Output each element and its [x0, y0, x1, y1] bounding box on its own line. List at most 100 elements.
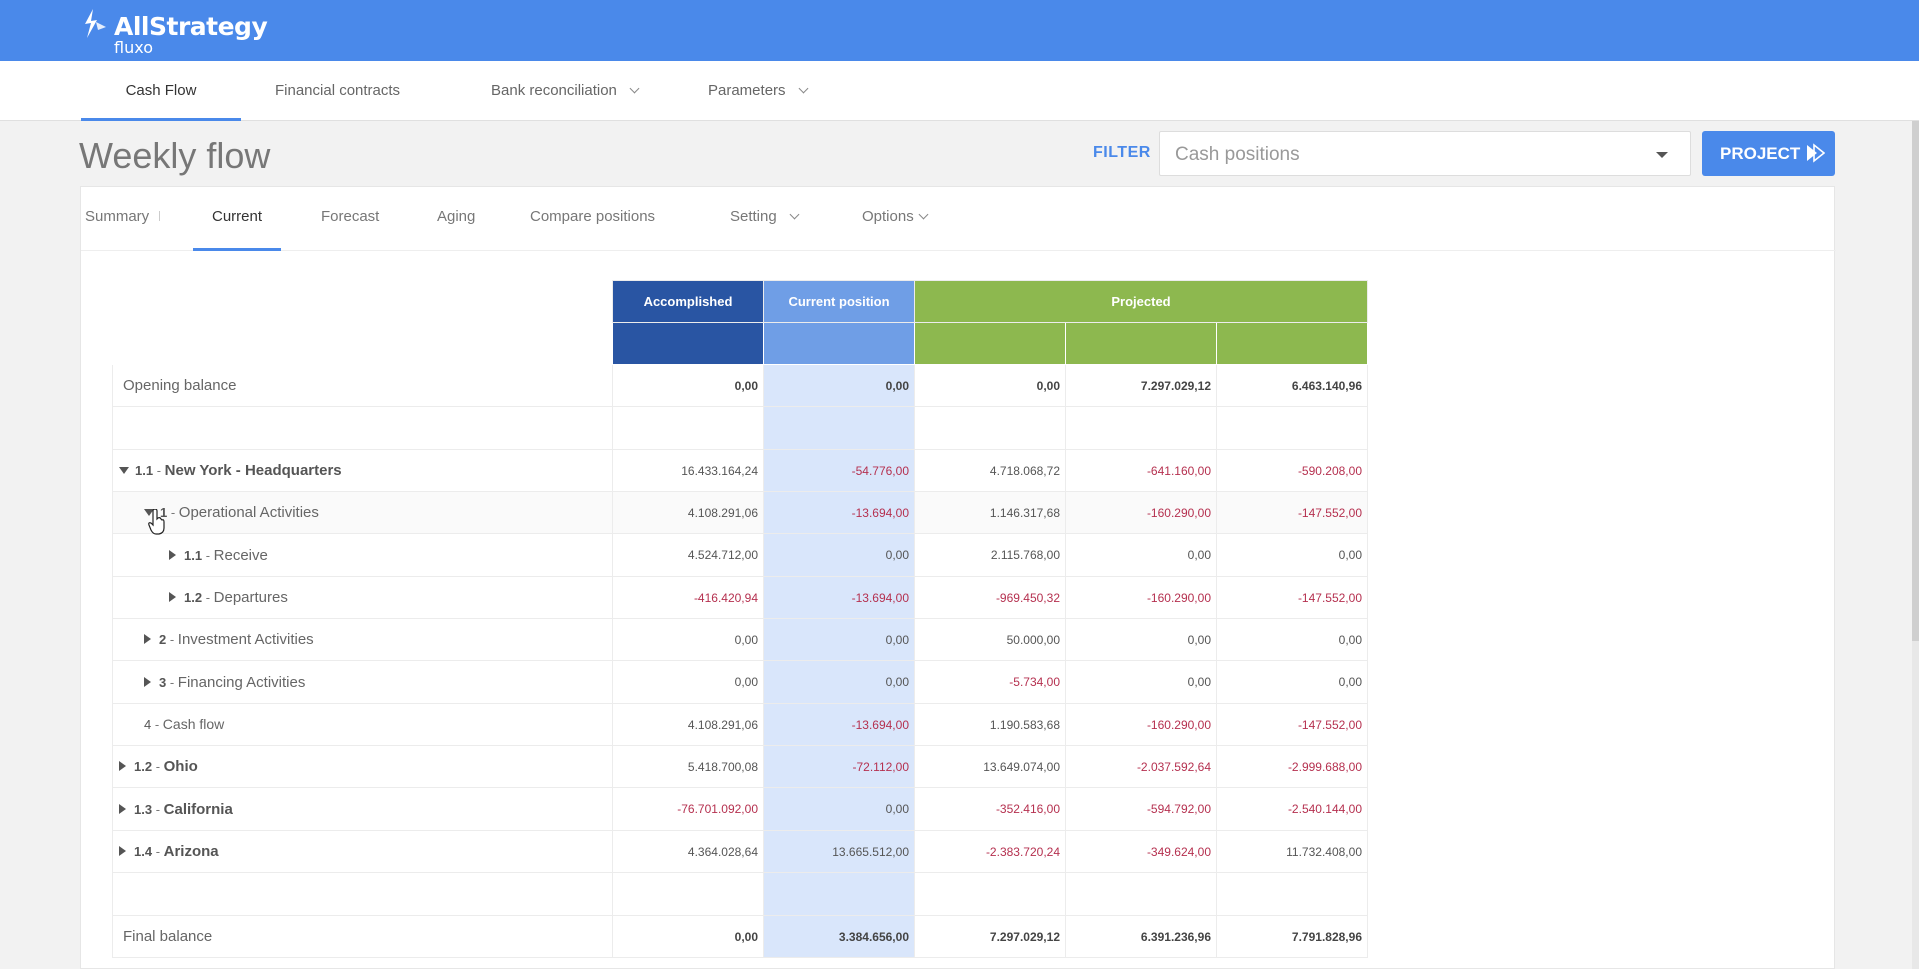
collapse-caret-icon[interactable] — [119, 846, 126, 856]
collapse-caret-icon[interactable] — [169, 592, 176, 602]
value-cell: 16.433.164,24 — [612, 449, 764, 492]
table-row: Opening balance 0,00 0,00 0,00 7.297.029,12 6… — [112, 364, 1368, 407]
tab-current[interactable]: Current — [193, 187, 281, 251]
row-label: Opening balance — [112, 364, 613, 407]
value-cell: 0,00 — [914, 364, 1066, 407]
row-label: 1 - Operational Activities — [112, 491, 613, 534]
nav-bank-reconciliation[interactable]: Bank reconciliation — [491, 61, 640, 121]
tab-options[interactable]: Options — [862, 187, 929, 251]
value-cell: -160.290,00 — [1065, 576, 1217, 619]
row-label: 1.1 - Receive — [112, 533, 613, 577]
value-cell: 7.791.828,96 — [1216, 915, 1368, 958]
value-cell: -641.160,00 — [1065, 449, 1217, 492]
value-cell: 0,00 — [763, 660, 915, 704]
row-name: Departures — [213, 589, 288, 606]
collapse-caret-icon[interactable] — [144, 634, 151, 644]
value-cell: 4.108.291,06 — [612, 491, 764, 534]
tab-compare-positions[interactable]: Compare positions — [530, 187, 655, 251]
project-button[interactable]: PROJECT — [1702, 131, 1835, 176]
scrollbar-thumb[interactable] — [1912, 121, 1919, 641]
table-row[interactable]: 2 - Investment Activities 0,00 0,00 50.000,… — [112, 618, 1368, 661]
tab-forecast[interactable]: Forecast — [321, 187, 379, 251]
tab-label: Setting — [730, 208, 777, 225]
row-code-separator: - — [202, 547, 214, 563]
value-cell: -2.037.592,64 — [1065, 745, 1217, 788]
header-accomplished: Accomplished — [612, 280, 764, 323]
nav-parameters[interactable]: Parameters — [708, 61, 808, 121]
collapse-caret-icon[interactable] — [119, 803, 126, 814]
cash-positions-select[interactable]: Cash positions — [1159, 131, 1691, 176]
table-row[interactable]: 1.1 - New York - Headquarters 16.433.164,… — [112, 449, 1368, 492]
tab-label: Compare positions — [530, 208, 656, 225]
collapse-caret-icon[interactable] — [144, 676, 151, 687]
value-cell: 0,00 — [763, 364, 915, 407]
tab-label: Forecast — [321, 208, 380, 225]
value-cell — [1065, 406, 1217, 450]
value-cell: -590.208,00 — [1216, 449, 1368, 492]
row-code-separator: - — [166, 632, 178, 647]
table-row[interactable]: 1 - Operational Activities 4.108.291,06 -1… — [112, 491, 1368, 534]
row-code: 1.4 — [134, 844, 153, 859]
row-code: 1.2 — [134, 759, 153, 774]
table-row[interactable]: 3 - Financing Activities 0,00 0,00 -5.734,0… — [112, 660, 1368, 704]
sub-tabs: Summary Current Forecast Aging Compare p… — [81, 187, 1836, 251]
value-cell: -2.999.688,00 — [1216, 745, 1368, 788]
value-cell: -349.624,00 — [1065, 830, 1217, 873]
row-code-separator: - — [152, 801, 164, 817]
collapse-caret-icon[interactable] — [169, 549, 176, 560]
row-name: Ohio — [163, 758, 198, 775]
tab-summary[interactable]: Summary — [85, 187, 161, 251]
table-row[interactable]: 1.3 - California -76.701.092,00 0,00 -352.4… — [112, 787, 1368, 831]
value-cell: -147.552,00 — [1216, 491, 1368, 534]
nav-financial-contracts[interactable]: Financial contracts — [275, 61, 400, 121]
value-cell: 1.190.583,68 — [914, 703, 1066, 746]
expand-caret-icon[interactable] — [119, 467, 129, 474]
value-cell: 0,00 — [612, 915, 764, 958]
value-cell: 0,00 — [1216, 618, 1368, 661]
value-cell: -160.290,00 — [1065, 491, 1217, 534]
logo-subtitle: fluxo — [114, 38, 153, 57]
content-panel: Summary Current Forecast Aging Compare p… — [80, 186, 1836, 969]
main-nav: Cash Flow Financial contracts Bank recon… — [0, 61, 1919, 121]
chevron-down-icon — [918, 209, 929, 220]
value-cell — [763, 406, 915, 450]
project-button-label: PROJECT — [1720, 144, 1801, 163]
collapse-caret-icon[interactable] — [119, 761, 126, 771]
tab-aging[interactable]: Aging — [437, 187, 475, 251]
value-cell: -147.552,00 — [1216, 576, 1368, 619]
value-cell — [914, 872, 1066, 916]
table-row[interactable]: 1.4 - Arizona 4.364.028,64 13.665.512,00 -2… — [112, 830, 1368, 873]
table-row[interactable]: 1.2 - Ohio 5.418.700,08 -72.112,00 13.649.0… — [112, 745, 1368, 788]
row-label: 1.4 - Arizona — [112, 830, 613, 873]
value-cell: 0,00 — [612, 618, 764, 661]
row-label: 1.1 - New York - Headquarters — [112, 449, 613, 492]
table-row[interactable]: 4 - Cash flow 4.108.291,06 -13.694,00 1.190… — [112, 703, 1368, 746]
value-cell: 0,00 — [1216, 660, 1368, 704]
table-row — [112, 406, 1368, 450]
header-projected: Projected — [914, 280, 1368, 323]
page-scrollbar[interactable] — [1912, 121, 1919, 969]
row-code-separator: - — [153, 463, 165, 478]
value-cell: -72.112,00 — [763, 745, 915, 788]
row-name: Investment Activities — [177, 631, 314, 648]
value-cell: -594.792,00 — [1065, 787, 1217, 831]
value-cell: -147.552,00 — [1216, 703, 1368, 746]
row-code-separator: - — [167, 505, 179, 520]
value-cell: -969.450,32 — [914, 576, 1066, 619]
row-label: 1.2 - Departures — [112, 576, 613, 619]
page-title: Weekly flow — [79, 135, 271, 176]
subheader-projected — [1216, 322, 1368, 365]
tab-setting[interactable]: Setting — [730, 187, 800, 251]
select-placeholder: Cash positions — [1175, 144, 1300, 165]
table-row[interactable]: 1.1 - Receive 4.524.712,00 0,00 2.115.768,0… — [112, 533, 1368, 577]
table-row[interactable]: 1.2 - Departures -416.420,94 -13.694,00 -96… — [112, 576, 1368, 619]
play-forward-icon — [1807, 143, 1825, 163]
value-cell: 0,00 — [612, 364, 764, 407]
value-cell: 4.108.291,06 — [612, 703, 764, 746]
top-bar: AllStrategy fluxo — [0, 0, 1919, 61]
value-cell — [914, 406, 1066, 450]
nav-label: Parameters — [708, 82, 786, 99]
value-cell: -13.694,00 — [763, 491, 915, 534]
nav-cash-flow[interactable]: Cash Flow — [81, 61, 241, 121]
row-code-separator: - — [152, 759, 164, 774]
